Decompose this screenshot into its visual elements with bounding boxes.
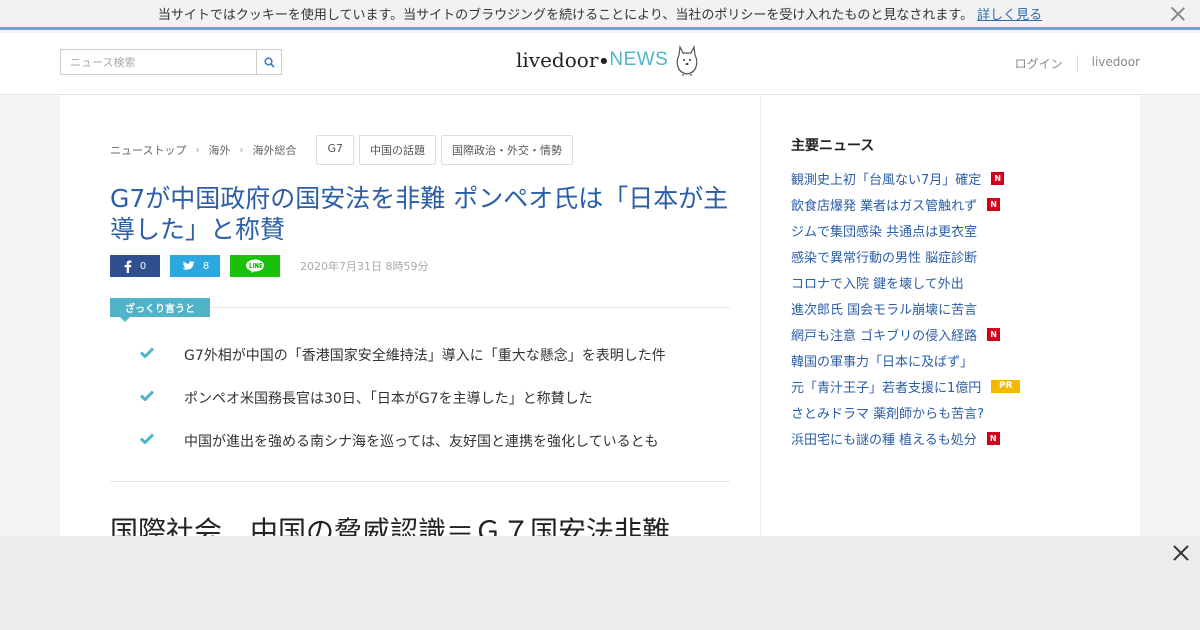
breadcrumb-item[interactable]: ニューストップ <box>110 142 186 158</box>
chevron-right-icon: › <box>195 144 200 156</box>
summary-point-text: 中国が進出を強める南シナ海を巡っては、友好国と連携を強化しているとも <box>184 434 659 450</box>
cookie-more-link[interactable]: 詳しく見る <box>977 4 1042 23</box>
news-item[interactable]: 網戸も注意 ゴキブリの侵入経路 N <box>791 321 1020 347</box>
topic-tag[interactable]: G7 <box>316 135 354 165</box>
summary-point: G7外相が中国の「香港国家安全維持法」導入に「重大な懸念」を表明した件 <box>139 345 740 388</box>
logo-news: NEWS <box>609 49 669 70</box>
chevron-right-icon: › <box>239 144 244 156</box>
new-badge: N <box>987 197 1001 211</box>
news-item[interactable]: 観測史上初「台風ない7月」確定 N <box>791 165 1020 191</box>
article-title: G7が中国政府の国安法を非難 ポンペオ氏は「日本が主導した」と称賛 <box>110 184 729 244</box>
section-divider <box>110 481 730 482</box>
summary-point: ポンペオ米国務長官は30日、「日本がG7を主導した」と称賛した <box>139 388 740 431</box>
ad-overlay <box>0 536 1200 630</box>
news-item-text: 網戸も注意 ゴキブリの侵入経路 <box>791 328 978 344</box>
topic-tag[interactable]: 国際政治・外交・情勢 <box>440 135 573 165</box>
news-item[interactable]: 浜田宅にも謎の種 植えるも処分 N <box>791 425 1020 451</box>
news-item[interactable]: ジムで集団感染 共通点は更衣室 <box>791 217 1020 243</box>
cookie-bar: 当サイトではクッキーを使用しています。当サイトのブラウジングを続けることにより、… <box>0 0 1200 30</box>
news-item[interactable]: コロナで入院 鍵を壊して外出 <box>791 269 1020 295</box>
sidebar-title: 主要ニュース <box>791 138 875 154</box>
news-item[interactable]: さとみドラマ 薬剤師からも苦言? <box>791 399 1020 425</box>
topic-tag[interactable]: 中国の話題 <box>358 135 436 165</box>
twitter-icon <box>181 260 195 270</box>
news-item[interactable]: 進次郎氏 国会モラル崩壊に苦言 <box>791 295 1020 321</box>
breadcrumb-item[interactable]: 海外総合 <box>252 142 296 158</box>
summary-point: 中国が進出を強める南シナ海を巡っては、友好国と連携を強化しているとも <box>139 431 740 474</box>
breadcrumb-item[interactable]: 海外 <box>208 142 230 158</box>
summary-point-text: ポンペオ米国務長官は30日、「日本がG7を主導した」と称賛した <box>184 391 593 407</box>
breadcrumb: ニューストップ › 海外 › 海外総合 G7 中国の話題 国際政治・外交・情勢 <box>110 135 578 165</box>
facebook-share-button[interactable]: 0 <box>110 255 160 277</box>
search-input[interactable] <box>61 50 256 74</box>
topic-tags: G7 中国の話題 国際政治・外交・情勢 <box>316 135 578 165</box>
pr-badge: PR <box>991 379 1021 393</box>
check-icon <box>139 433 155 445</box>
site-logo[interactable]: livedoor ● NEWS <box>516 43 700 77</box>
new-badge: N <box>991 171 1005 185</box>
header-links: ログイン livedoor <box>1001 55 1140 72</box>
top-news-list: 観測史上初「台風ない7月」確定 N 飲食店爆発 業者はガス管触れず N ジムで集団感染 … <box>791 165 1021 451</box>
cookie-close-icon[interactable] <box>1170 6 1186 22</box>
news-item[interactable]: 元「青汁王子」若者支援に1億円 PR <box>791 373 1021 399</box>
site-header: livedoor ● NEWS ログイン livedoor <box>0 33 1200 95</box>
news-item-text: 飲食店爆発 業者はガス管触れず <box>791 198 978 214</box>
summary-points: G7外相が中国の「香港国家安全維持法」導入に「重大な懸念」を表明した件 ポンペオ… <box>139 345 740 474</box>
ad-close-icon[interactable] <box>1172 544 1190 562</box>
news-item-text: 観測史上初「台風ない7月」確定 <box>791 172 982 188</box>
news-item[interactable]: 韓国の軍事力「日本に及ばず」 <box>791 347 1020 373</box>
search-icon <box>263 56 275 68</box>
news-item-text: 浜田宅にも謎の種 植えるも処分 <box>791 432 977 448</box>
logo-dot: ● <box>600 55 608 65</box>
search-button[interactable] <box>256 50 281 74</box>
news-item[interactable]: 飲食店爆発 業者はガス管触れず N <box>791 191 1020 217</box>
news-item-text: ジムで集団感染 共通点は更衣室 <box>791 224 978 240</box>
new-badge: N <box>987 327 1001 341</box>
twitter-share-button[interactable]: 8 <box>170 255 220 277</box>
article-date: 2020年7月31日 8時59分 <box>300 260 429 273</box>
search-box <box>60 49 282 75</box>
dog-mascot-icon <box>676 44 698 76</box>
line-icon <box>246 259 264 273</box>
share-bar: 0 8 2020年7月31日 8時59分 <box>110 255 428 277</box>
summary-label: ざっくり言うと <box>110 298 210 322</box>
news-item-text: さとみドラマ 薬剤師からも苦言? <box>791 406 985 422</box>
new-badge: N <box>986 431 1000 445</box>
facebook-icon <box>124 260 132 273</box>
twitter-count: 8 <box>202 260 210 272</box>
news-item-text: 元「青汁王子」若者支援に1億円 <box>791 380 982 396</box>
news-item-text: 韓国の軍事力「日本に及ばず」 <box>791 354 974 370</box>
summary-point-text: G7外相が中国の「香港国家安全維持法」導入に「重大な懸念」を表明した件 <box>184 348 666 364</box>
facebook-count: 0 <box>139 260 147 272</box>
cookie-text: 当サイトではクッキーを使用しています。当サイトのブラウジングを続けることにより、… <box>157 8 974 23</box>
livedoor-link[interactable]: livedoor <box>1076 55 1140 72</box>
login-link[interactable]: ログイン <box>1001 55 1077 72</box>
check-icon <box>139 390 155 402</box>
news-item[interactable]: 感染で異常行動の男性 脳症診断 <box>791 243 1020 269</box>
news-item-text: コロナで入院 鍵を壊して外出 <box>791 276 964 292</box>
check-icon <box>139 347 155 359</box>
logo-livedoor: livedoor <box>516 48 599 72</box>
line-share-button[interactable] <box>230 255 280 277</box>
news-item-text: 感染で異常行動の男性 脳症診断 <box>791 250 978 266</box>
news-item-text: 進次郎氏 国会モラル崩壊に苦言 <box>791 302 978 318</box>
